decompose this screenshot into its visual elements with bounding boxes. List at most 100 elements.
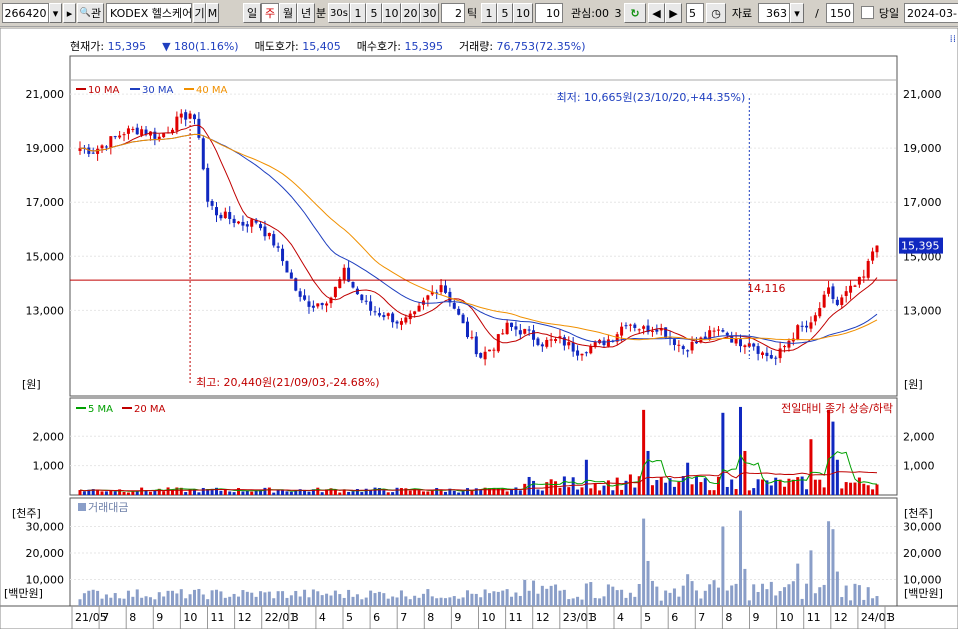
slash-text: / <box>815 6 819 20</box>
minute-30[interactable]: 30 <box>420 3 439 23</box>
volume-bar <box>866 485 870 495</box>
minute-1[interactable]: 1 <box>350 3 366 23</box>
candle-body <box>637 329 641 331</box>
candle-body <box>461 314 465 324</box>
amount-bar <box>373 593 377 606</box>
amount-bar <box>752 584 756 606</box>
amount-bar <box>686 574 690 606</box>
minute-5[interactable]: 5 <box>366 3 382 23</box>
candle-body <box>131 128 135 130</box>
volume-bar <box>725 486 729 495</box>
period-year[interactable]: 년 <box>297 3 315 23</box>
next-arrow-icon[interactable]: ▶ <box>665 3 682 23</box>
ask-info: 매도호가: 15,405 <box>255 38 341 54</box>
volume-bar <box>576 489 580 495</box>
volume-bar <box>360 492 364 495</box>
amount-bar <box>743 568 747 606</box>
amount-bar <box>540 585 544 606</box>
interval-label: 관심:00 <box>565 3 615 23</box>
volume-bar <box>567 487 571 495</box>
tick-label: 틱 <box>465 3 479 23</box>
data-count-dropdown-icon[interactable]: ▾ <box>790 3 804 23</box>
amount-bar <box>470 593 474 606</box>
amount-bar <box>254 596 258 606</box>
code-dropdown-icon[interactable]: ▾ <box>49 3 62 23</box>
amount-bar <box>325 593 329 606</box>
amount-bar <box>192 589 196 606</box>
chart-svg[interactable]: 21,000 21,000 19,000 19,000 17,000 17,000 15,0… <box>0 28 958 629</box>
candle-body <box>175 116 179 131</box>
candle-body <box>210 201 214 206</box>
minute-20[interactable]: 20 <box>401 3 420 23</box>
amount-bar <box>598 598 602 606</box>
xaxis-label-30: 3 <box>888 611 895 624</box>
chart-mode-m-button[interactable]: M <box>206 3 219 23</box>
price-ytick-right-0: 21,000 <box>903 88 942 101</box>
candle-body <box>862 276 866 278</box>
search-button[interactable]: 🔍 관 <box>77 3 104 23</box>
period-week[interactable]: 주 <box>261 3 279 23</box>
date-input[interactable]: 2024-03- <box>904 3 958 23</box>
data-count-input[interactable]: 363 <box>758 3 790 23</box>
period-30s[interactable]: 30s <box>328 3 350 23</box>
tick-5[interactable]: 5 <box>497 3 513 23</box>
candle-body <box>237 221 241 224</box>
code-input[interactable]: 266420 <box>2 3 49 23</box>
candle-body <box>263 226 267 237</box>
tick-input[interactable]: 2 <box>441 3 465 23</box>
tick-1[interactable]: 1 <box>481 3 497 23</box>
candle-body <box>822 294 826 308</box>
volume-bar <box>320 492 324 495</box>
total-input[interactable]: 150 <box>826 3 854 23</box>
amount-bar <box>435 598 439 606</box>
volume-bar <box>452 490 456 495</box>
amount-bar <box>237 596 241 606</box>
amount-bar <box>690 581 694 606</box>
volume-bar <box>681 476 685 495</box>
candle-body <box>250 219 254 227</box>
tick-10[interactable]: 10 <box>513 3 533 23</box>
amount-bar <box>831 529 835 606</box>
amount-bar <box>835 571 839 606</box>
xaxis-label-8: 3 <box>292 611 299 624</box>
candle-body <box>844 291 848 296</box>
period-month[interactable]: 월 <box>279 3 297 23</box>
amount-bar <box>118 598 122 606</box>
refresh-icon[interactable]: ↻ <box>624 3 646 23</box>
volume-bar <box>540 490 544 495</box>
candle-body <box>470 337 474 339</box>
amount-bar <box>712 580 716 606</box>
xaxis-label-3: 9 <box>156 611 163 624</box>
candle-body <box>853 285 857 287</box>
volume-bar <box>615 477 619 495</box>
candle-body <box>527 329 531 331</box>
candle-body <box>360 294 364 301</box>
amount-bar <box>699 598 703 606</box>
count-input[interactable]: 10 <box>535 3 563 23</box>
today-checkbox[interactable] <box>861 6 874 19</box>
amount-bar <box>844 585 848 606</box>
candle-body <box>738 339 742 347</box>
chart-area[interactable]: 21,000 21,000 19,000 19,000 17,000 17,000 15,0… <box>0 28 958 629</box>
period-day[interactable]: 일 <box>243 3 261 23</box>
amount-bar <box>175 593 179 606</box>
stock-name-field[interactable]: KODEX 헬스케어 <box>106 3 192 23</box>
step-input[interactable]: 5 <box>686 3 704 23</box>
settings-grid-icon[interactable]: ⁞⁞ <box>950 34 956 45</box>
amount-bar <box>708 584 712 606</box>
amount-bar <box>505 589 509 606</box>
volume-bar <box>399 488 403 495</box>
clock-icon[interactable]: ◷ <box>706 3 726 23</box>
prev-arrow-icon[interactable]: ◀ <box>648 3 665 23</box>
volume-bar <box>351 491 355 495</box>
amount-bar <box>677 596 681 606</box>
amount-bar <box>650 580 654 606</box>
volume-bar <box>620 489 624 495</box>
play-icon[interactable]: ▸ <box>63 3 76 23</box>
volume-bar <box>593 483 597 495</box>
amt-ytick-left-1: 20,000 <box>26 547 65 560</box>
candle-body <box>126 128 130 134</box>
candle-body <box>465 321 469 338</box>
chart-mode-g-button[interactable]: 기 <box>193 3 206 23</box>
minute-10[interactable]: 10 <box>382 3 401 23</box>
